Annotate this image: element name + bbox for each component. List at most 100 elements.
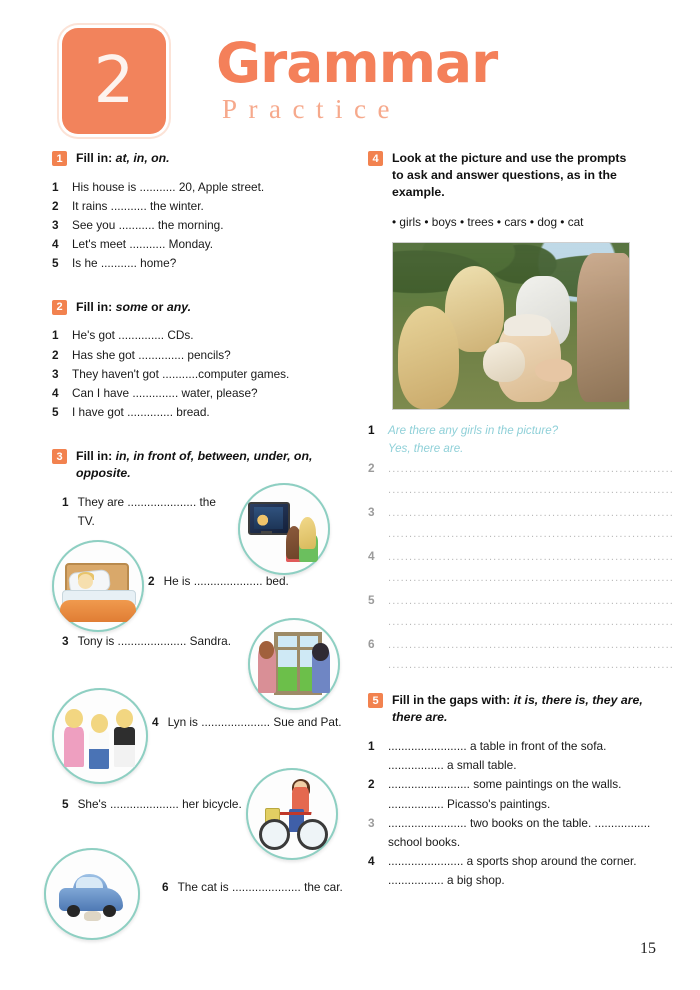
- item-text[interactable]: It rains ........... the winter.: [72, 197, 352, 216]
- item-text[interactable]: His house is ........... 20, Apple stree…: [72, 178, 352, 197]
- page-subtitle: Practice: [222, 94, 401, 124]
- rider-hair: [292, 779, 311, 796]
- item-text[interactable]: See you ........... the morning.: [72, 216, 352, 235]
- blank-line[interactable]: ........................................…: [388, 547, 674, 568]
- exercise-4-badge: 4: [368, 151, 383, 166]
- item-number: 3: [52, 218, 59, 233]
- bicycle-wheel: [296, 818, 329, 851]
- car-roof: [73, 874, 108, 893]
- item-text[interactable]: ........................ two books on th…: [388, 814, 656, 852]
- tv-picture: [254, 507, 283, 530]
- cat-icon: [84, 910, 102, 922]
- bed-blanket: [60, 599, 136, 623]
- item-number: 5: [62, 797, 69, 811]
- exercise-2-heading: 2 Fill in: some or any.: [52, 299, 352, 316]
- child-body: [299, 533, 318, 563]
- list-item: 5 She's ..................... her bicycl…: [62, 795, 242, 814]
- exercise-5-instruction-plain: Fill in the gaps with:: [392, 693, 514, 708]
- exercise-5: 5 Fill in the gaps with: it is, there is…: [368, 692, 656, 890]
- exercise-2-instruction: Fill in: some or any.: [76, 299, 191, 316]
- exercise-2-items: 1 He's got .............. CDs. 2 Has she g…: [52, 326, 352, 422]
- illustration-tv-scene: [238, 483, 330, 575]
- bicycle-basket: [264, 807, 281, 826]
- bullet-icon: •: [560, 214, 565, 229]
- girl-head: [90, 713, 108, 733]
- item-number: 2: [148, 574, 155, 588]
- television-icon: [247, 501, 290, 535]
- item-number: 4: [368, 853, 375, 868]
- item-number: 3: [52, 366, 59, 381]
- tv-scene-art: [246, 491, 321, 566]
- list-item: 4 Let's meet ........... Monday.: [52, 235, 352, 254]
- item-text[interactable]: ........................ a table in fron…: [388, 737, 656, 775]
- exercise-2-instruction-italic2: any.: [166, 299, 192, 314]
- exercise-4-heading: 4 Look at the picture and use the prompt…: [368, 150, 656, 201]
- exercise-3-instruction: Fill in: in, in front of, between, under…: [76, 448, 352, 482]
- person-body: [312, 647, 331, 693]
- item-number: 5: [368, 592, 375, 607]
- exercise-3-badge: 3: [52, 449, 67, 465]
- item-text[interactable]: They haven't got ...........computer gam…: [72, 365, 352, 384]
- left-column: 1 Fill in: at, in, on. 1 His house is ...…: [52, 150, 352, 482]
- girl-skirt: [114, 745, 135, 768]
- blank-line[interactable]: ........................................…: [388, 524, 674, 545]
- exercise-1-instruction-plain: Fill in:: [76, 151, 116, 165]
- item-text[interactable]: The cat is ..................... the car…: [178, 878, 343, 897]
- prompt-cat: cat: [567, 214, 584, 229]
- item-text[interactable]: Lyn is ..................... Sue and Pat…: [168, 713, 342, 732]
- item-number: 3: [368, 815, 375, 830]
- list-item: 4 Can I have .............. water, please…: [52, 384, 352, 403]
- list-item: 4 ....................... a sports shop a…: [368, 852, 656, 890]
- prompt-cars: cars: [504, 214, 527, 229]
- bullet-icon: •: [529, 214, 535, 229]
- item-text[interactable]: Let's meet ........... Monday.: [72, 235, 352, 254]
- item-text[interactable]: They are ..................... the TV.: [78, 493, 222, 531]
- car-wheel: [103, 904, 117, 918]
- item-text[interactable]: I have got .............. bread.: [72, 403, 352, 422]
- item-text[interactable]: ....................... a sports shop ar…: [388, 852, 656, 890]
- item-text[interactable]: Is he ........... home?: [72, 254, 352, 273]
- child-head: [299, 516, 316, 549]
- item-text[interactable]: He is ..................... bed.: [164, 572, 289, 591]
- list-item: 2 Has she got .............. pencils?: [52, 346, 352, 365]
- exercise-1-instruction: Fill in: at, in, on.: [76, 150, 170, 167]
- exercise-1-heading: 1 Fill in: at, in, on.: [52, 150, 352, 167]
- right-column: 4 Look at the picture and use the prompt…: [368, 150, 673, 890]
- list-item: 6 The cat is ..................... the c…: [162, 878, 347, 897]
- answer-row: 6 ......................................…: [368, 635, 673, 677]
- three-girls-art: [61, 697, 140, 776]
- blank-line[interactable]: ........................................…: [388, 591, 674, 612]
- item-text[interactable]: He's got .............. CDs.: [72, 326, 352, 345]
- list-item: 3 See you ........... the morning.: [52, 216, 352, 235]
- item-text[interactable]: ......................... some paintings…: [388, 775, 656, 813]
- item-number: 4: [52, 237, 59, 252]
- blank-line[interactable]: ........................................…: [388, 635, 674, 656]
- blank-line[interactable]: ........................................…: [388, 568, 674, 589]
- prompt-dog: dog: [537, 214, 558, 229]
- blank-line[interactable]: ........................................…: [388, 480, 674, 501]
- item-number: 2: [368, 777, 375, 792]
- item-number: 2: [52, 199, 59, 214]
- girl-head: [115, 709, 134, 729]
- item-text[interactable]: Has she got .............. pencils?: [72, 346, 352, 365]
- item-text[interactable]: Can I have .............. water, please?: [72, 384, 352, 403]
- page-number: 15: [640, 940, 656, 957]
- illustration-bicycle-scene: [246, 768, 338, 860]
- list-item: 2 ......................... some painting…: [368, 775, 656, 813]
- exercise-4-prompts: • girls • boys • trees • cars • dog • ca…: [392, 214, 656, 232]
- rider-body: [292, 786, 309, 813]
- car-wheel: [66, 904, 81, 918]
- item-text[interactable]: Tony is ..................... Sandra.: [78, 632, 231, 651]
- blank-line[interactable]: ........................................…: [388, 459, 674, 480]
- blank-line[interactable]: ........................................…: [388, 655, 674, 676]
- item-number: 6: [368, 636, 375, 651]
- example-answer: Are there any girls in the picture? Yes,…: [388, 421, 656, 458]
- blank-line[interactable]: ........................................…: [388, 503, 674, 524]
- exercise-5-badge: 5: [368, 693, 383, 709]
- item-text[interactable]: She's ..................... her bicycle.: [78, 795, 242, 814]
- window-frame: [274, 632, 322, 695]
- blank-line[interactable]: ........................................…: [388, 612, 674, 633]
- bullet-icon: •: [459, 214, 465, 229]
- illustration-car-scene: [44, 848, 140, 940]
- bed-headboard: [64, 563, 130, 603]
